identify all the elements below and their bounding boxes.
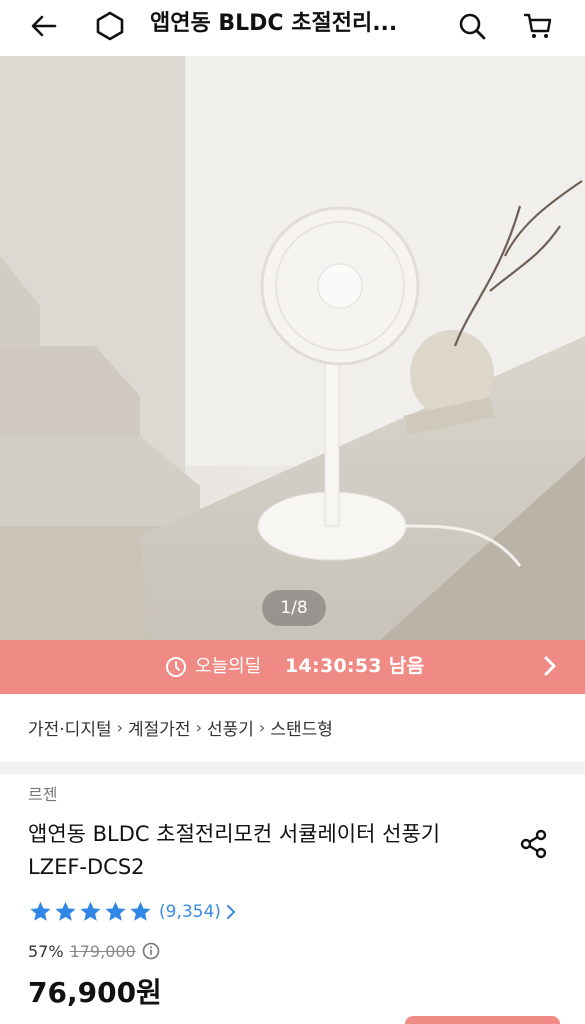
final-price: 76,900원 [28,976,162,1009]
search-button[interactable] [450,4,494,48]
purchase-button[interactable] [405,1016,560,1024]
product-image-carousel[interactable] [0,56,585,640]
clock-icon [166,657,186,677]
review-count[interactable]: (9,354) [159,902,221,922]
star-icon [105,901,126,921]
product-title: 앱연동 BLDC 초절전리모컨 서큘레이터 선풍기 LZEF-DCS2 [28,822,441,879]
section-divider [0,762,585,774]
chevron-right-icon [226,905,236,919]
price-row: 57% 179,000 [28,938,160,964]
cart-button[interactable] [516,4,560,48]
brand-name[interactable]: 르젠 [28,783,57,807]
rating-row[interactable]: (9,354) [28,898,237,926]
top-app-bar: 앱연동 BLDC 초절전리... [0,0,585,56]
share-button[interactable] [516,826,552,862]
info-icon[interactable] [142,942,160,960]
chevron-right-icon [544,656,556,676]
chevron-right-icon: › [116,717,124,737]
product-photo [0,56,585,640]
breadcrumb: 가전·디지털 › 계절가전 › 선풍기 › 스탠드형 [28,712,333,742]
chevron-right-icon: › [258,717,266,737]
breadcrumb-item[interactable]: 선풍기 [207,715,254,740]
star-icon [55,901,76,921]
star-icon [80,901,101,921]
breadcrumb-item[interactable]: 계절가전 [128,715,191,740]
star-icon [130,901,151,921]
rating-stars [28,900,153,924]
cart-icon [523,13,552,38]
home-icon [96,11,124,41]
today-deal-banner[interactable]: 오늘의딜 14:30:53 남음 [0,640,585,694]
discount-rate: 57% [28,941,64,961]
breadcrumb-item[interactable]: 가전·디지털 [28,715,112,740]
deal-countdown: 14:30:53 남음 [285,655,425,677]
page-title: 앱연동 BLDC 초절전리... [150,11,398,36]
back-arrow-icon [31,15,57,37]
back-button[interactable] [22,4,66,48]
deal-label: 오늘의딜 [195,656,262,677]
chevron-right-icon: › [195,717,202,737]
share-icon [520,829,547,859]
home-button[interactable] [88,4,132,48]
star-icon [30,901,51,921]
breadcrumb-item[interactable]: 스탠드형 [270,715,333,740]
image-page-indicator: 1/8 [262,590,326,626]
search-icon [459,13,486,40]
original-price: 179,000 [69,941,136,961]
